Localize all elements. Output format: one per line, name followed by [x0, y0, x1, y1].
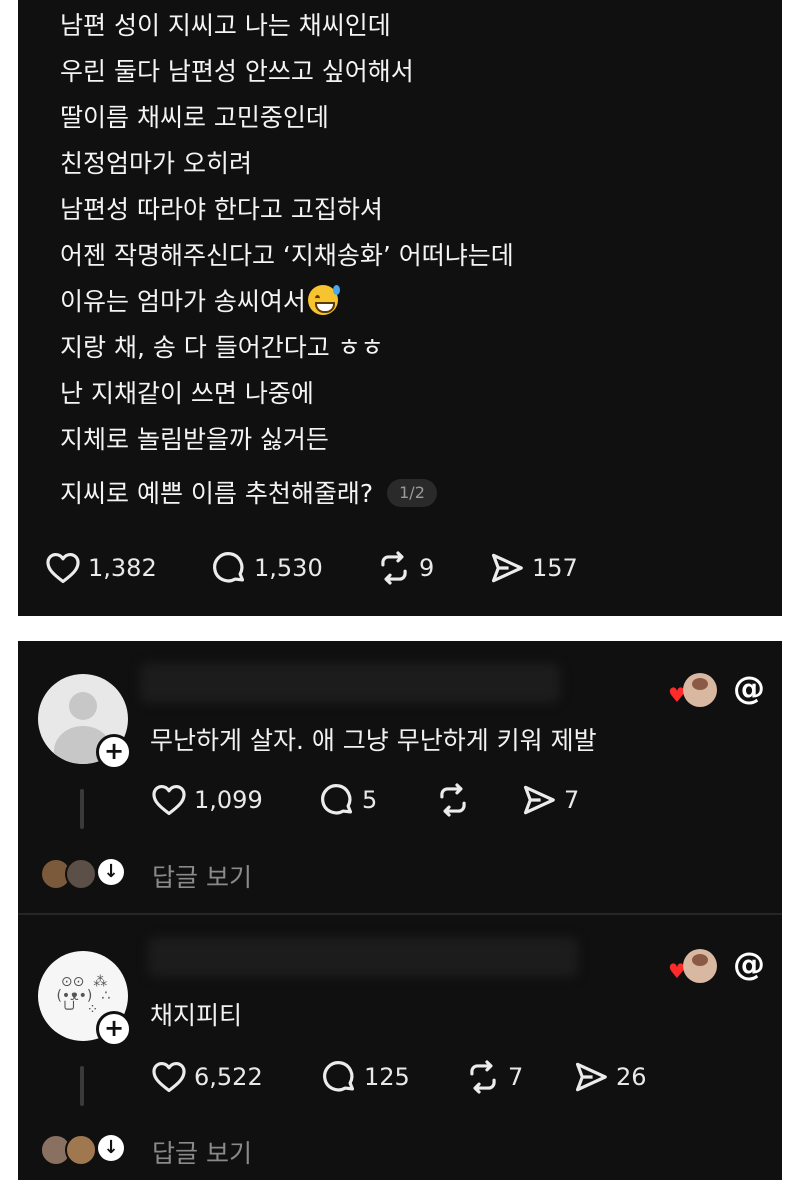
repost-button[interactable] [434, 781, 478, 819]
share-icon [488, 549, 526, 587]
comment-count: 125 [364, 1063, 410, 1091]
liker-avatar [683, 673, 717, 707]
plus-icon[interactable]: + [96, 734, 132, 770]
reply-text: 무난하게 살자. 애 그냥 무난하게 키워 제발 [150, 726, 597, 755]
comment-button[interactable]: 125 [320, 1058, 410, 1096]
view-replies-link[interactable]: 답글 보기 [152, 858, 252, 894]
arrow-down-icon[interactable]: ↓ [98, 1135, 124, 1161]
thread-line [80, 1066, 84, 1106]
share-button[interactable]: 7 [520, 781, 579, 819]
post-line-with-badge: 지씨로 예쁜 이름 추천해줄래? 1/2 [60, 477, 437, 511]
comment-icon [210, 549, 248, 587]
view-replies-link[interactable]: 답글 보기 [152, 1134, 252, 1170]
thread-line [80, 789, 84, 829]
like-count: 1,382 [88, 554, 157, 582]
reply-text: 채지피티 [150, 1001, 243, 1030]
repost-icon [434, 781, 472, 819]
post-line: 어젠 작명해주신다고 ‘지채송화’ 어떠냐는데 [60, 241, 514, 270]
replies-card: + ♥ @ 무난하게 살자. 애 그냥 무난하게 키워 제발 1,099 5 7… [18, 641, 782, 1180]
like-button[interactable]: 1,382 [44, 549, 157, 587]
post-line: 난 지채같이 쓰면 나중에 [60, 379, 314, 408]
comment-button[interactable]: 1,530 [210, 549, 323, 587]
like-button[interactable]: 6,522 [150, 1058, 263, 1096]
share-count: 7 [564, 786, 580, 814]
comment-button[interactable]: 5 [318, 781, 377, 819]
comment-icon [320, 1058, 358, 1096]
page-indicator-badge[interactable]: 1/2 [387, 479, 437, 507]
post-line: 남편 성이 지씨고 나는 채씨인데 [60, 11, 391, 40]
replier-avatar [65, 1134, 97, 1166]
repost-icon [375, 549, 413, 587]
comment-icon [318, 781, 356, 819]
repost-button[interactable]: 7 [464, 1058, 523, 1096]
share-button[interactable]: 157 [488, 549, 578, 587]
comment-count: 1,530 [254, 554, 323, 582]
blurred-username [140, 663, 560, 703]
liker-avatar [683, 949, 717, 983]
share-count: 157 [532, 554, 578, 582]
like-count: 1,099 [194, 786, 263, 814]
grinning-sweat-emoji-icon [307, 285, 340, 315]
like-count: 6,522 [194, 1063, 263, 1091]
heart-icon [150, 1058, 188, 1096]
post-line-with-emoji: 이유는 엄마가 송씨여서 [60, 285, 340, 319]
doodle-drawing: ⊙⊙ ⁂ (•ᴥ•) ∴ ╰╯ ⁘ [56, 974, 111, 1018]
divider [18, 913, 782, 915]
threads-logo-icon[interactable]: @ [733, 945, 765, 983]
share-icon [572, 1058, 610, 1096]
post-line: 지체로 놀림받을까 싫거든 [60, 425, 329, 454]
share-count: 26 [616, 1063, 647, 1091]
repost-count: 7 [508, 1063, 524, 1091]
share-icon [520, 781, 558, 819]
threads-logo-icon[interactable]: @ [733, 669, 765, 707]
replier-avatar [65, 858, 97, 890]
comment-count: 5 [362, 786, 378, 814]
post-line-text: 이유는 엄마가 송씨여서 [60, 287, 306, 316]
plus-icon[interactable]: + [96, 1011, 132, 1047]
repost-count: 9 [419, 554, 435, 582]
post-line: 우린 둘다 남편성 안쓰고 싶어해서 [60, 57, 414, 86]
post-line: 남편성 따라야 한다고 고집하셔 [60, 195, 383, 224]
repost-icon [464, 1058, 502, 1096]
post-line: 지랑 채, 송 다 들어간다고 ㅎㅎ [60, 333, 384, 362]
like-button[interactable]: 1,099 [150, 781, 263, 819]
repost-button[interactable]: 9 [375, 549, 434, 587]
heart-icon [150, 781, 188, 819]
post-line: 딸이름 채씨로 고민중인데 [60, 103, 329, 132]
post-line-text: 지씨로 예쁜 이름 추천해줄래? [60, 479, 374, 508]
post-card: 남편 성이 지씨고 나는 채씨인데 우린 둘다 남편성 안쓰고 싶어해서 딸이름… [18, 0, 782, 616]
arrow-down-icon[interactable]: ↓ [98, 859, 124, 885]
heart-icon [44, 549, 82, 587]
share-button[interactable]: 26 [572, 1058, 647, 1096]
post-line: 친정엄마가 오히려 [60, 149, 252, 178]
blurred-username [148, 937, 578, 977]
